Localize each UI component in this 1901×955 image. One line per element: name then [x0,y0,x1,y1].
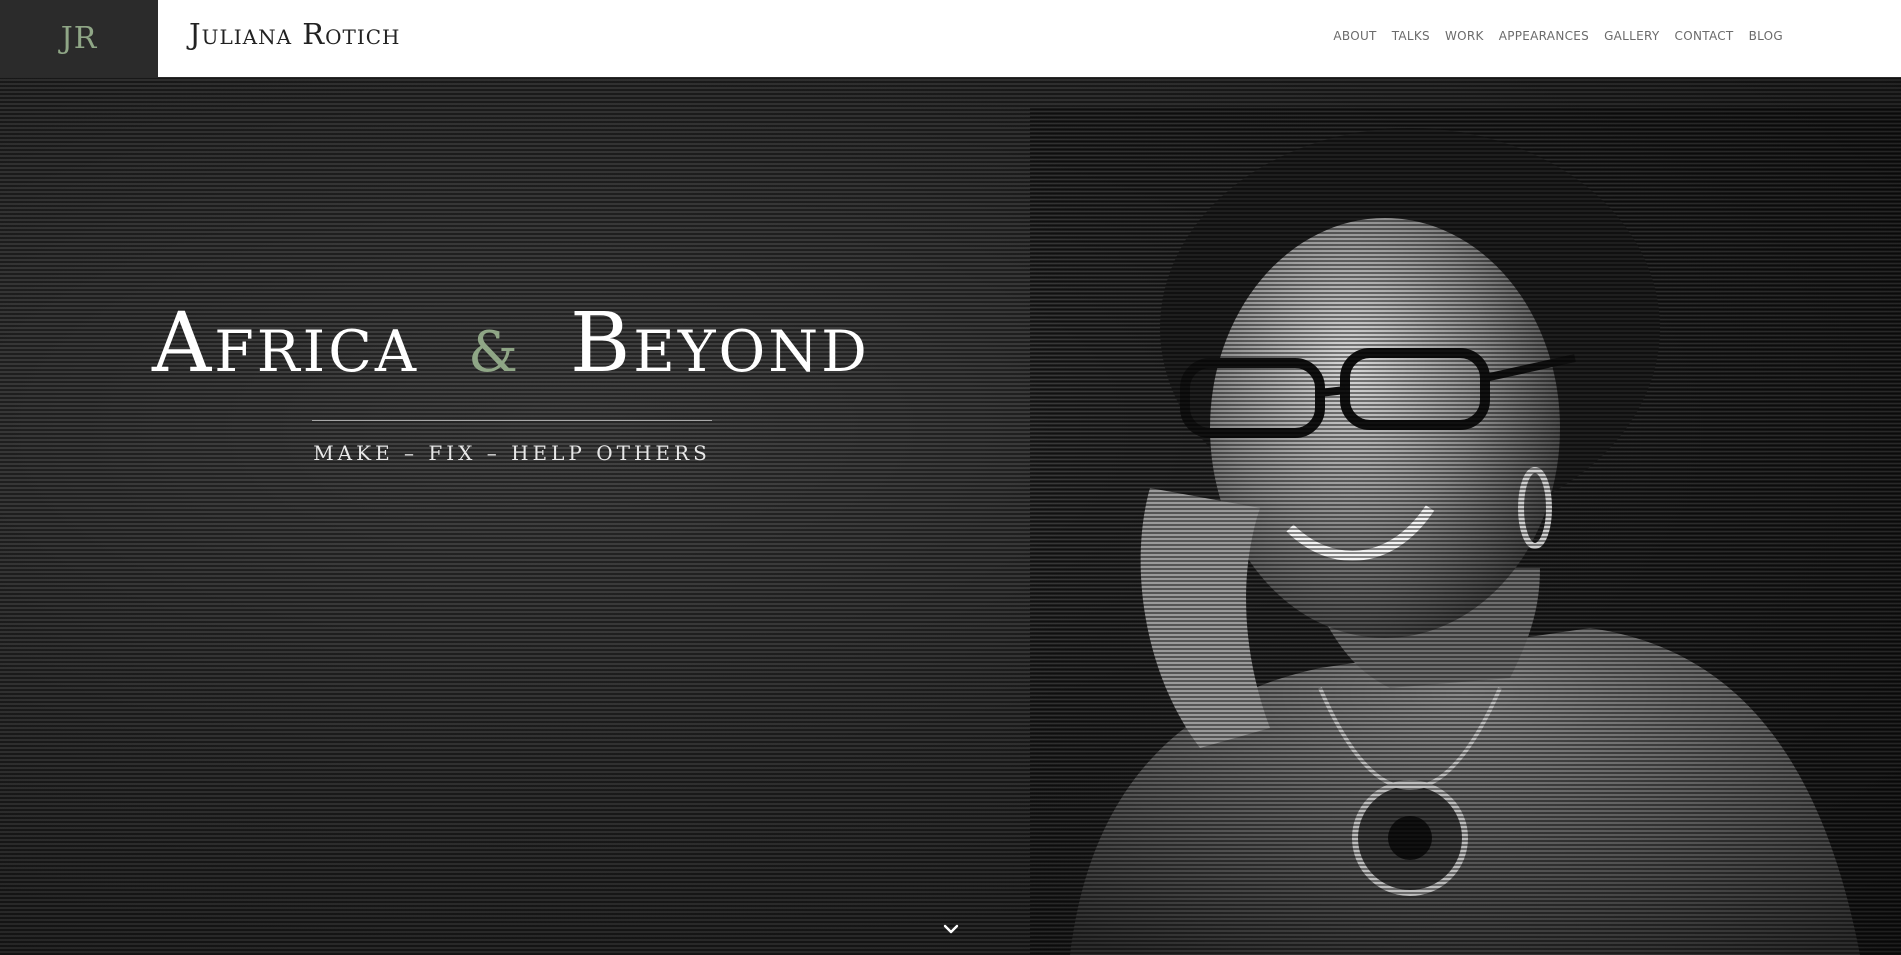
site-logo[interactable]: JR [0,0,158,77]
headline-africa: Africa [152,296,419,391]
nav-item-about[interactable]: ABOUT [1333,29,1376,43]
nav-item-talks[interactable]: TALKS [1392,29,1430,43]
hero-portrait-image [1030,108,1901,955]
headline-beyond: Beyond [570,296,870,391]
chevron-down-icon [943,924,959,934]
main-nav: ABOUT TALKS WORK APPEARANCES GALLERY CON… [1333,29,1783,43]
hero-headline: Africa & Beyond [152,303,870,385]
nav-item-blog[interactable]: BLOG [1749,29,1783,43]
logo-text: JR [60,21,98,56]
top-navigation-bar: JR Juliana Rotich ABOUT TALKS WORK APPEA… [0,0,1901,78]
hero-section: Africa & Beyond MAKE – FIX – HELP OTHERS [0,78,1901,955]
nav-item-appearances[interactable]: APPEARANCES [1499,29,1589,43]
site-title[interactable]: Juliana Rotich [189,17,400,51]
nav-item-gallery[interactable]: GALLERY [1604,29,1659,43]
nav-item-work[interactable]: WORK [1445,29,1484,43]
scroll-down-button[interactable] [940,918,962,940]
nav-item-contact[interactable]: CONTACT [1675,29,1734,43]
hero-tagline: MAKE – FIX – HELP OTHERS [313,441,711,465]
headline-divider [312,420,712,421]
headline-ampersand: & [468,320,521,385]
